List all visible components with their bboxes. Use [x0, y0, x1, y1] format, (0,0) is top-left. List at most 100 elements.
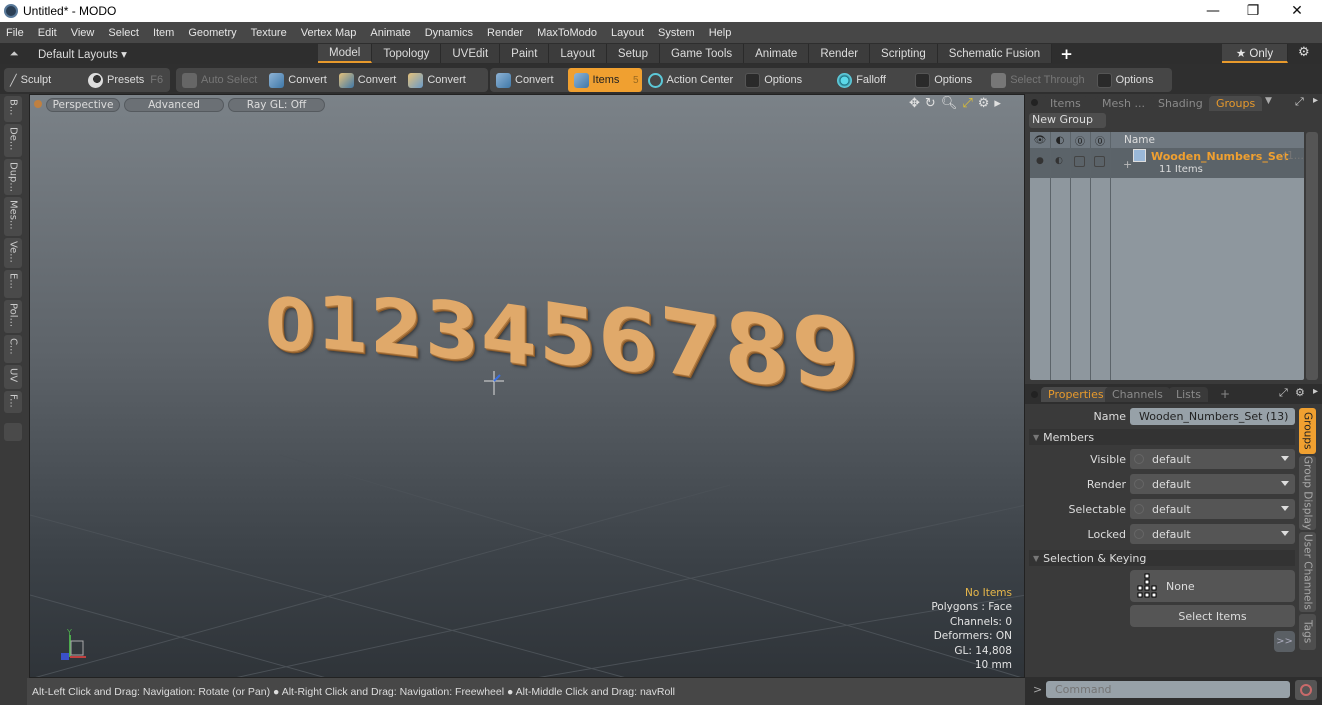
menu-file[interactable]: File: [6, 27, 24, 39]
side-tab-user-channels[interactable]: User Channels: [1299, 532, 1316, 612]
tab-model[interactable]: Model: [318, 44, 373, 63]
select-column-icon[interactable]: ⓪: [1090, 133, 1110, 148]
viewport-settings-icon[interactable]: ⚙: [978, 96, 990, 111]
convert-button-4[interactable]: Convert: [490, 68, 560, 92]
menu-render[interactable]: Render: [487, 27, 523, 39]
menu-maxtomodo[interactable]: MaxToModo: [537, 27, 597, 39]
selection-keying-section[interactable]: ▼ Selection & Keying: [1029, 550, 1295, 566]
sculpt-button[interactable]: ╱ Sculpt: [4, 68, 82, 92]
left-tab-vertex[interactable]: Ve...: [4, 238, 22, 268]
pan-icon[interactable]: ✥: [909, 96, 920, 111]
tab-render[interactable]: Render: [809, 44, 871, 63]
tab-shading[interactable]: Shading: [1151, 96, 1210, 111]
tab-channels[interactable]: Channels: [1105, 387, 1170, 402]
members-section[interactable]: ▼ Members: [1029, 429, 1295, 445]
tab-paint[interactable]: Paint: [500, 44, 550, 63]
render-column-icon[interactable]: ◐: [1050, 135, 1070, 146]
items-mode-button[interactable]: Items 5: [567, 68, 642, 92]
wooden-numbers-model[interactable]: 0 1 2 3 4 5 6 7 8 9: [265, 260, 859, 418]
command-input[interactable]: [1046, 681, 1290, 698]
menu-vertex-map[interactable]: Vertex Map: [301, 27, 357, 39]
record-button[interactable]: [1295, 680, 1317, 700]
add-properties-tab-button[interactable]: +: [1220, 387, 1230, 401]
locked-dropdown[interactable]: default: [1130, 524, 1295, 544]
selectable-dropdown[interactable]: default: [1130, 499, 1295, 519]
action-center-options-button[interactable]: Options: [739, 68, 831, 92]
viewport-menu-icon[interactable]: [34, 100, 42, 108]
menu-edit[interactable]: Edit: [38, 27, 57, 39]
row-lock-checkbox[interactable]: [1074, 156, 1085, 167]
row-render-icon[interactable]: ◐: [1055, 156, 1063, 166]
lock-column-icon[interactable]: ⓪: [1070, 133, 1090, 148]
left-tab-curve[interactable]: C...: [4, 335, 22, 363]
menu-animate[interactable]: Animate: [370, 27, 410, 39]
tab-animate[interactable]: Animate: [744, 44, 810, 63]
close-icon[interactable]: ✕: [1274, 0, 1320, 22]
menu-item[interactable]: Item: [153, 27, 174, 39]
auto-select-button[interactable]: Auto Select: [176, 68, 263, 92]
select-through-options-button[interactable]: Options: [1091, 68, 1160, 92]
render-dropdown[interactable]: default: [1130, 474, 1295, 494]
left-tab-mesh-edit[interactable]: Mes...: [4, 197, 22, 236]
3d-viewport[interactable]: Perspective Advanced Ray GL: Off ✥ ↻ 🔍︎ …: [29, 94, 1025, 678]
group-row[interactable]: ● ◐ + Wooden_Numbers_Set (1... 11 Items: [1030, 148, 1304, 178]
left-tab-deform[interactable]: De...: [4, 124, 22, 157]
group-name[interactable]: Wooden_Numbers_Set: [1151, 150, 1288, 163]
side-tab-tags[interactable]: Tags: [1299, 614, 1316, 650]
menu-select[interactable]: Select: [108, 27, 139, 39]
name-field[interactable]: Wooden_Numbers_Set (13): [1130, 408, 1295, 425]
convert-button-3[interactable]: Convert: [402, 68, 472, 92]
side-tab-group-display[interactable]: Group Display: [1299, 456, 1316, 530]
groups-list[interactable]: 👁︎ ◐ ⓪ ⓪ Name ● ◐ + Wooden_Numbers_Set (…: [1030, 132, 1304, 380]
properties-gear-icon[interactable]: ⚙: [1295, 386, 1305, 399]
groups-scrollbar[interactable]: [1306, 132, 1318, 380]
add-tab-button[interactable]: +: [1052, 45, 1081, 63]
presets-button[interactable]: Presets F6: [82, 68, 169, 92]
tab-lists[interactable]: Lists: [1169, 387, 1208, 402]
menu-view[interactable]: View: [71, 27, 95, 39]
more-button[interactable]: >>: [1274, 631, 1295, 652]
panel-menu-icon[interactable]: [1031, 99, 1038, 106]
menu-layout[interactable]: Layout: [611, 27, 644, 39]
tab-groups[interactable]: Groups: [1209, 96, 1263, 111]
left-tab-fusion[interactable]: F...: [4, 391, 22, 413]
left-tab-uv[interactable]: UV: [4, 365, 22, 389]
selection-set-button[interactable]: None: [1130, 570, 1295, 602]
tab-setup[interactable]: Setup: [606, 44, 660, 63]
action-center-button[interactable]: Action Center: [642, 68, 740, 92]
left-tab-polygon[interactable]: Pol...: [4, 300, 22, 333]
menu-geometry[interactable]: Geometry: [188, 27, 236, 39]
default-layouts-dropdown[interactable]: Default Layouts ▾: [28, 47, 318, 61]
maximize-properties-icon[interactable]: ⤢: [1279, 386, 1288, 400]
tab-topology[interactable]: Topology: [372, 44, 442, 63]
select-items-button[interactable]: Select Items: [1130, 605, 1295, 627]
menu-help[interactable]: Help: [709, 27, 732, 39]
fit-icon[interactable]: ⤢: [962, 96, 972, 111]
rotate-icon[interactable]: ↻: [925, 96, 936, 111]
tab-game-tools[interactable]: Game Tools: [659, 44, 745, 63]
only-toggle[interactable]: ★ Only: [1222, 44, 1288, 63]
falloff-button[interactable]: Falloff: [831, 68, 909, 92]
tabs-dropdown-icon[interactable]: ▼: [1265, 96, 1272, 106]
maximize-panel-icon[interactable]: ⤢: [1295, 95, 1304, 109]
gear-icon[interactable]: ⚙: [1298, 45, 1310, 60]
tab-scripting[interactable]: Scripting: [870, 44, 938, 63]
menu-dynamics[interactable]: Dynamics: [425, 27, 473, 39]
left-tab-edge[interactable]: E...: [4, 270, 22, 298]
falloff-options-button[interactable]: Options: [909, 68, 985, 92]
tab-uvedit[interactable]: UVEdit: [441, 44, 501, 63]
visibility-column-icon[interactable]: 👁︎: [1030, 135, 1050, 146]
expand-arrow-icon[interactable]: ▸: [994, 96, 1001, 111]
select-through-button[interactable]: Select Through: [985, 68, 1090, 92]
left-tab-basic[interactable]: B...: [4, 96, 22, 122]
view-mode-button[interactable]: Perspective: [46, 98, 120, 112]
tab-mesh[interactable]: Mesh ...: [1095, 96, 1152, 111]
side-tab-groups[interactable]: Groups: [1299, 408, 1316, 454]
convert-button-2[interactable]: Convert: [333, 68, 403, 92]
panel-arrow-icon[interactable]: ▸: [1313, 95, 1318, 106]
tab-schematic-fusion[interactable]: Schematic Fusion: [937, 44, 1053, 63]
menu-system[interactable]: System: [658, 27, 695, 39]
row-select-checkbox[interactable]: [1094, 156, 1105, 167]
tab-properties[interactable]: Properties: [1041, 387, 1111, 402]
shading-mode-button[interactable]: Advanced: [124, 98, 224, 112]
